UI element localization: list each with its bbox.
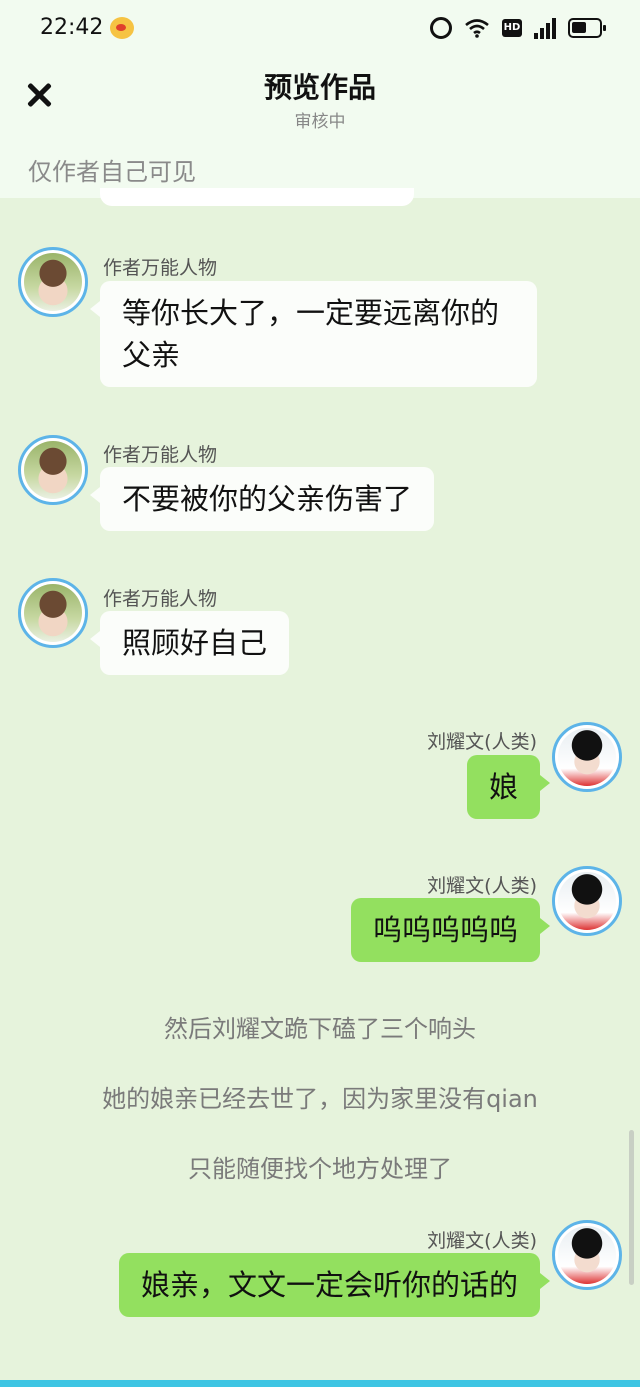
visibility-note: 仅作者自己可见 [28, 158, 196, 186]
status-time: 22:42 [40, 15, 104, 40]
sender-name: 刘耀文(人类) [427, 1230, 537, 1252]
message-bubble[interactable]: 娘亲，文文一定会听你的话的 [118, 1253, 551, 1317]
sender-name: 作者万能人物 [103, 257, 218, 279]
narration-text: 然后刘耀文跪下磕了三个响头 [164, 1015, 476, 1043]
message-bubble[interactable]: 不要被你的父亲伤害了 [89, 467, 435, 531]
alarm-icon [430, 17, 452, 39]
status-icons: HD [430, 16, 606, 40]
sender-name: 刘耀文(人类) [427, 731, 537, 753]
character-avatar[interactable] [552, 722, 622, 792]
narration-text: 她的娘亲已经去世了，因为家里没有qian [102, 1085, 538, 1113]
message-bubble[interactable]: 呜呜呜呜呜 [350, 898, 551, 962]
message-bubble[interactable]: 等你长大了，一定要远离你的父亲 [90, 281, 537, 387]
weibo-notification-icon [110, 17, 134, 39]
narration-text: 只能随便找个地方处理了 [188, 1155, 452, 1183]
character-avatar[interactable] [552, 866, 622, 936]
wifi-icon [465, 19, 489, 38]
review-status: 审核中 [294, 112, 346, 132]
bottom-accent-bar [0, 1380, 640, 1387]
message-bubble[interactable]: 娘 [466, 755, 551, 819]
message-bubble[interactable]: 照顾好自己 [89, 611, 290, 675]
sender-name: 作者万能人物 [103, 588, 218, 610]
previous-bubble-fragment [100, 188, 414, 206]
author-avatar[interactable] [18, 578, 88, 648]
sender-name: 刘耀文(人类) [427, 875, 537, 897]
hd-icon: HD [502, 19, 522, 37]
scrollbar[interactable] [629, 1130, 634, 1285]
character-avatar[interactable] [552, 1220, 622, 1290]
author-avatar[interactable] [18, 247, 88, 317]
status-bar: 22:42 HD [0, 0, 640, 58]
sender-name: 作者万能人物 [103, 444, 218, 466]
signal-icon [534, 17, 556, 39]
battery-icon [568, 18, 606, 38]
top-bar: 22:42 HD 预览作品 审核中 仅作者自己可见 [0, 0, 640, 198]
page-title: 预览作品 [263, 71, 376, 104]
author-avatar[interactable] [18, 435, 88, 505]
